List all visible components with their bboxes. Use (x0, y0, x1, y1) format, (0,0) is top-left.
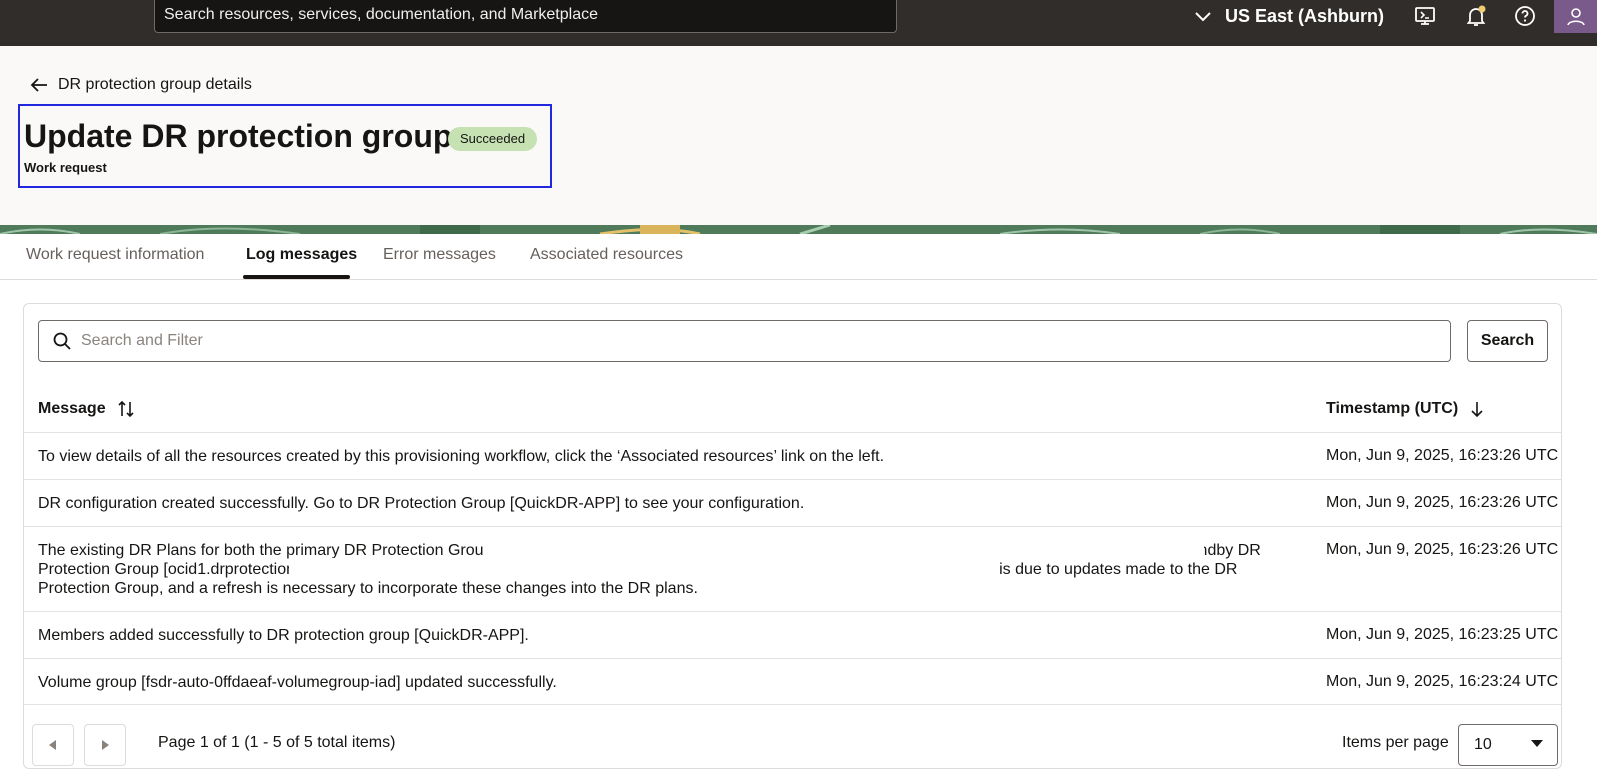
sort-descending-icon[interactable] (1470, 400, 1484, 418)
log-timestamp: Mon, Jun 9, 2025, 16:23:25 UTC (1326, 626, 1559, 643)
search-button[interactable]: Search (1467, 320, 1548, 362)
back-link-label: DR protection group details (58, 76, 252, 93)
redaction-mask (289, 558, 999, 580)
tab-bar: Work request information Log messages Er… (0, 234, 1597, 280)
column-header-timestamp[interactable]: Timestamp (UTC) (1326, 400, 1484, 418)
column-header-message[interactable]: Message (38, 400, 134, 418)
pagination-status: Page 1 of 1 (1 - 5 of 5 total items) (158, 734, 396, 751)
cloud-shell-icon[interactable] (1413, 4, 1437, 28)
log-message: Members added successfully to DR protect… (38, 627, 529, 644)
tab-work-request-information[interactable]: Work request information (26, 246, 204, 264)
region-label: US East (Ashburn) (1225, 5, 1385, 26)
page-title: Update DR protection group (24, 118, 453, 154)
redaction-mask (484, 537, 1204, 559)
search-icon (53, 332, 71, 350)
back-link[interactable]: DR protection group details (30, 76, 252, 94)
column-header-message-label: Message (38, 400, 106, 417)
status-badge: Succeeded (448, 127, 538, 151)
log-timestamp: Mon, Jun 9, 2025, 16:23:26 UTC (1326, 541, 1559, 558)
page-header: DR protection group details Update DR pr… (0, 46, 1597, 225)
chevron-down-icon (1195, 12, 1211, 22)
log-message: To view details of all the resources cre… (38, 448, 885, 465)
tab-log-messages[interactable]: Log messages (246, 246, 357, 264)
tab-error-messages[interactable]: Error messages (383, 246, 496, 264)
next-page-button[interactable] (84, 724, 126, 766)
log-message: DR configuration created successfully. G… (38, 495, 805, 512)
items-per-page-value: 10 (1474, 736, 1492, 753)
sort-icon[interactable] (118, 400, 134, 418)
user-avatar[interactable] (1554, 0, 1597, 33)
global-search-input[interactable]: Search resources, services, documentatio… (154, 0, 897, 33)
table-row: The existing DR Plans for both the prima… (24, 526, 1561, 611)
log-timestamp: Mon, Jun 9, 2025, 16:23:24 UTC (1326, 673, 1559, 690)
region-selector[interactable]: US East (Ashburn) (1193, 0, 1384, 32)
arrow-left-icon (30, 78, 47, 92)
table-row: To view details of all the resources cre… (24, 432, 1561, 479)
user-icon (1567, 8, 1585, 26)
log-timestamp: Mon, Jun 9, 2025, 16:23:26 UTC (1326, 494, 1559, 511)
caret-right-icon (102, 740, 109, 750)
caret-down-icon (1531, 740, 1543, 747)
log-message: Volume group [fsdr-auto-0ffdaeaf-volumeg… (38, 674, 557, 691)
column-header-timestamp-label: Timestamp (UTC) (1326, 400, 1459, 417)
help-icon[interactable] (1513, 4, 1537, 28)
items-per-page-select[interactable]: 10 (1458, 724, 1558, 766)
page-subtitle: Work request (24, 160, 107, 175)
search-filter-input[interactable] (81, 321, 1441, 361)
tab-associated-resources[interactable]: Associated resources (530, 246, 683, 264)
log-timestamp: Mon, Jun 9, 2025, 16:23:26 UTC (1326, 447, 1559, 464)
bell-icon[interactable] (1464, 4, 1488, 28)
table-row: Members added successfully to DR protect… (24, 611, 1561, 658)
previous-page-button[interactable] (32, 724, 74, 766)
caret-left-icon (49, 740, 56, 750)
decorative-banner (0, 225, 1597, 234)
search-filter-field (38, 320, 1451, 362)
top-navigation-bar: Search resources, services, documentatio… (0, 0, 1597, 46)
items-per-page-label: Items per page (1342, 734, 1449, 751)
table-row: DR configuration created successfully. G… (24, 479, 1561, 526)
table-row: Volume group [fsdr-auto-0ffdaeaf-volumeg… (24, 658, 1561, 705)
title-highlight-box: Update DR protection group Succeeded Wor… (18, 104, 552, 188)
log-messages-card: Search Message Timestamp (UTC) To view d… (23, 303, 1562, 769)
active-tab-indicator (243, 275, 350, 279)
